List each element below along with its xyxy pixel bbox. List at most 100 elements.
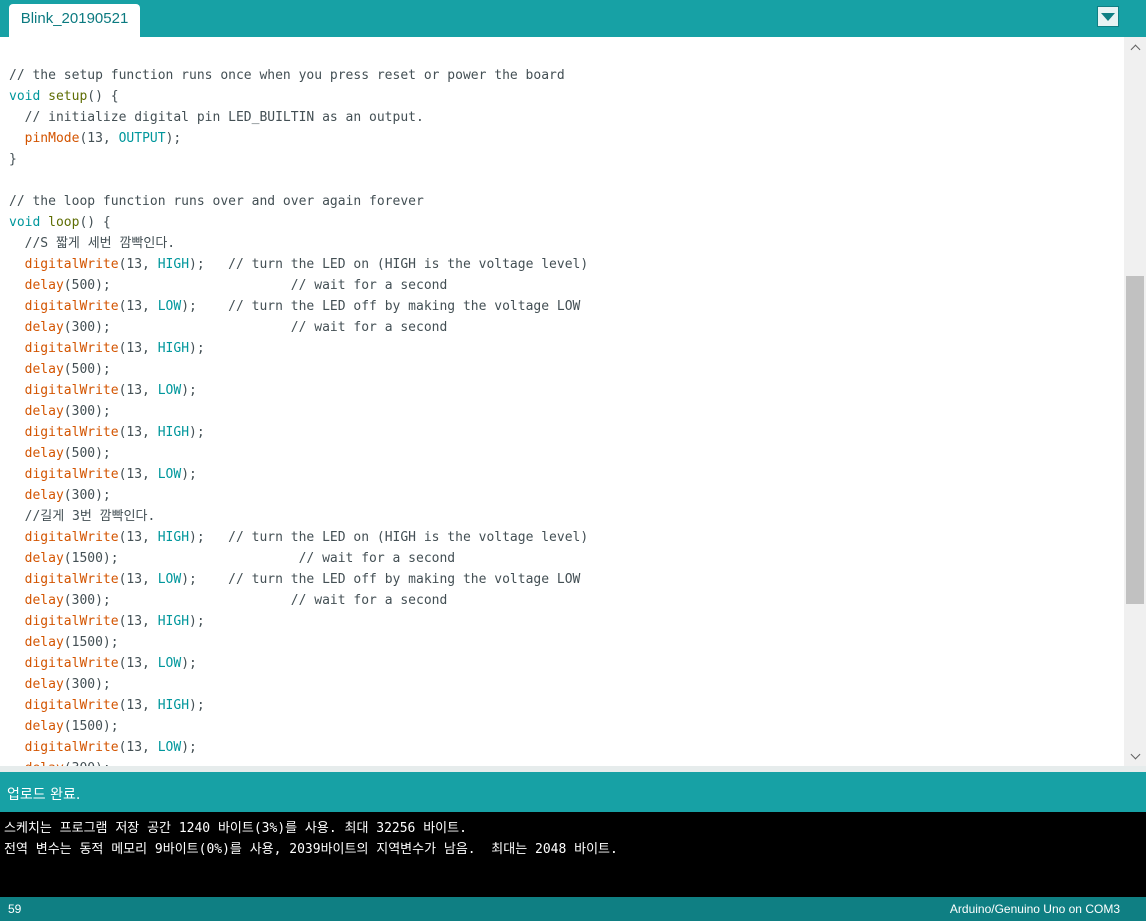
code-line: delay(300); // wait for a second	[9, 590, 448, 611]
code-token: (13,	[118, 425, 158, 440]
code-line: delay(500); // wait for a second	[9, 275, 448, 296]
code-token: (13,	[118, 572, 158, 587]
code-token: // the loop function runs over and over …	[9, 194, 424, 209]
code-token: LOW	[157, 383, 182, 398]
code-token: (300);	[63, 488, 111, 503]
tab-menu-button[interactable]	[1097, 6, 1119, 27]
code-token: digitalWrite	[24, 698, 119, 713]
code-token: (13,	[118, 383, 158, 398]
code-line: delay(1500);	[9, 632, 119, 653]
vertical-scrollbar[interactable]	[1124, 37, 1146, 766]
code-token: HIGH	[157, 425, 190, 440]
code-token: );	[189, 341, 205, 356]
code-line: digitalWrite(13, HIGH);	[9, 338, 205, 359]
code-token: );	[181, 467, 197, 482]
console-output[interactable]: 스케치는 프로그램 저장 공간 1240 바이트(3%)를 사용. 최대 322…	[0, 812, 1146, 897]
code-token: setup	[48, 89, 88, 104]
code-line: delay(300); // wait for a second	[9, 317, 448, 338]
code-token: LOW	[157, 656, 182, 671]
code-line: delay(300);	[9, 674, 111, 695]
code-token: delay	[24, 551, 64, 566]
code-token: HIGH	[157, 530, 190, 545]
code-token: digitalWrite	[24, 299, 119, 314]
code-line: delay(300);	[9, 758, 111, 766]
scrollbar-thumb[interactable]	[1126, 276, 1144, 604]
code-line: //길게 3번 깜빡인다.	[9, 506, 156, 527]
code-token: (500);	[63, 362, 111, 377]
code-token: ); // turn the LED off by making the vol…	[181, 299, 581, 314]
code-token: (1500);	[63, 635, 119, 650]
code-token: (13,	[118, 299, 158, 314]
line-number: 59	[8, 902, 22, 916]
code-token: digitalWrite	[24, 257, 119, 272]
code-token: HIGH	[157, 341, 190, 356]
code-token: digitalWrite	[24, 530, 119, 545]
bottom-bar: 59 Arduino/Genuino Uno on COM3	[0, 897, 1146, 921]
code-token: //S 짧게 세번 깜빡인다.	[9, 236, 176, 251]
status-bar: 업로드 완료.	[0, 772, 1146, 812]
console-line: 스케치는 프로그램 저장 공간 1240 바이트(3%)를 사용. 최대 322…	[4, 821, 467, 836]
code-line: delay(500);	[9, 443, 111, 464]
code-area[interactable]: · // the setup function runs once when y…	[9, 37, 1119, 766]
code-editor[interactable]: · // the setup function runs once when y…	[0, 37, 1146, 766]
code-token: (13,	[118, 530, 158, 545]
code-token: LOW	[157, 572, 182, 587]
code-token: digitalWrite	[24, 467, 119, 482]
code-token: );	[165, 131, 182, 146]
chevron-down-icon	[1130, 749, 1140, 759]
code-token: digitalWrite	[24, 383, 119, 398]
code-token: ); // turn the LED on (HIGH is the volta…	[189, 257, 589, 272]
code-line: digitalWrite(13, LOW);	[9, 653, 197, 674]
code-line: // the setup function runs once when you…	[9, 65, 565, 86]
board-info: Arduino/Genuino Uno on COM3	[949, 902, 1120, 916]
code-token: delay	[24, 719, 64, 734]
scroll-down-button[interactable]	[1124, 746, 1146, 766]
code-token: );	[189, 698, 205, 713]
code-token: (13,	[118, 614, 158, 629]
code-token: (1500);	[63, 719, 119, 734]
code-token: (300);	[63, 404, 111, 419]
code-line: void loop() {	[9, 212, 111, 233]
code-token: pinMode	[24, 131, 80, 146]
code-token: () {	[79, 215, 111, 230]
code-line: //S 짧게 세번 깜빡인다.	[9, 233, 175, 254]
code-token: LOW	[157, 467, 182, 482]
code-token: (300);	[63, 677, 111, 692]
tab-sketch[interactable]: Blink_20190521	[9, 4, 140, 37]
code-token: );	[189, 425, 205, 440]
code-line: digitalWrite(13, LOW);	[9, 380, 197, 401]
code-token: ); // turn the LED on (HIGH is the volta…	[189, 530, 589, 545]
code-token: HIGH	[157, 614, 190, 629]
code-token: void	[9, 89, 41, 104]
code-token: delay	[24, 320, 64, 335]
code-line: digitalWrite(13, HIGH); // turn the LED …	[9, 254, 589, 275]
code-line: digitalWrite(13, LOW);	[9, 737, 197, 758]
code-token: (13,	[118, 698, 158, 713]
code-token: delay	[24, 404, 64, 419]
code-token: (13,	[79, 131, 119, 146]
code-token: );	[181, 740, 197, 755]
code-token: (300); // wait for a second	[63, 320, 448, 335]
code-token: (13,	[118, 656, 158, 671]
code-line: delay(1500); // wait for a second	[9, 548, 455, 569]
scroll-up-button[interactable]	[1124, 37, 1146, 57]
code-token: (500);	[63, 446, 111, 461]
code-token: ); // turn the LED off by making the vol…	[181, 572, 581, 587]
